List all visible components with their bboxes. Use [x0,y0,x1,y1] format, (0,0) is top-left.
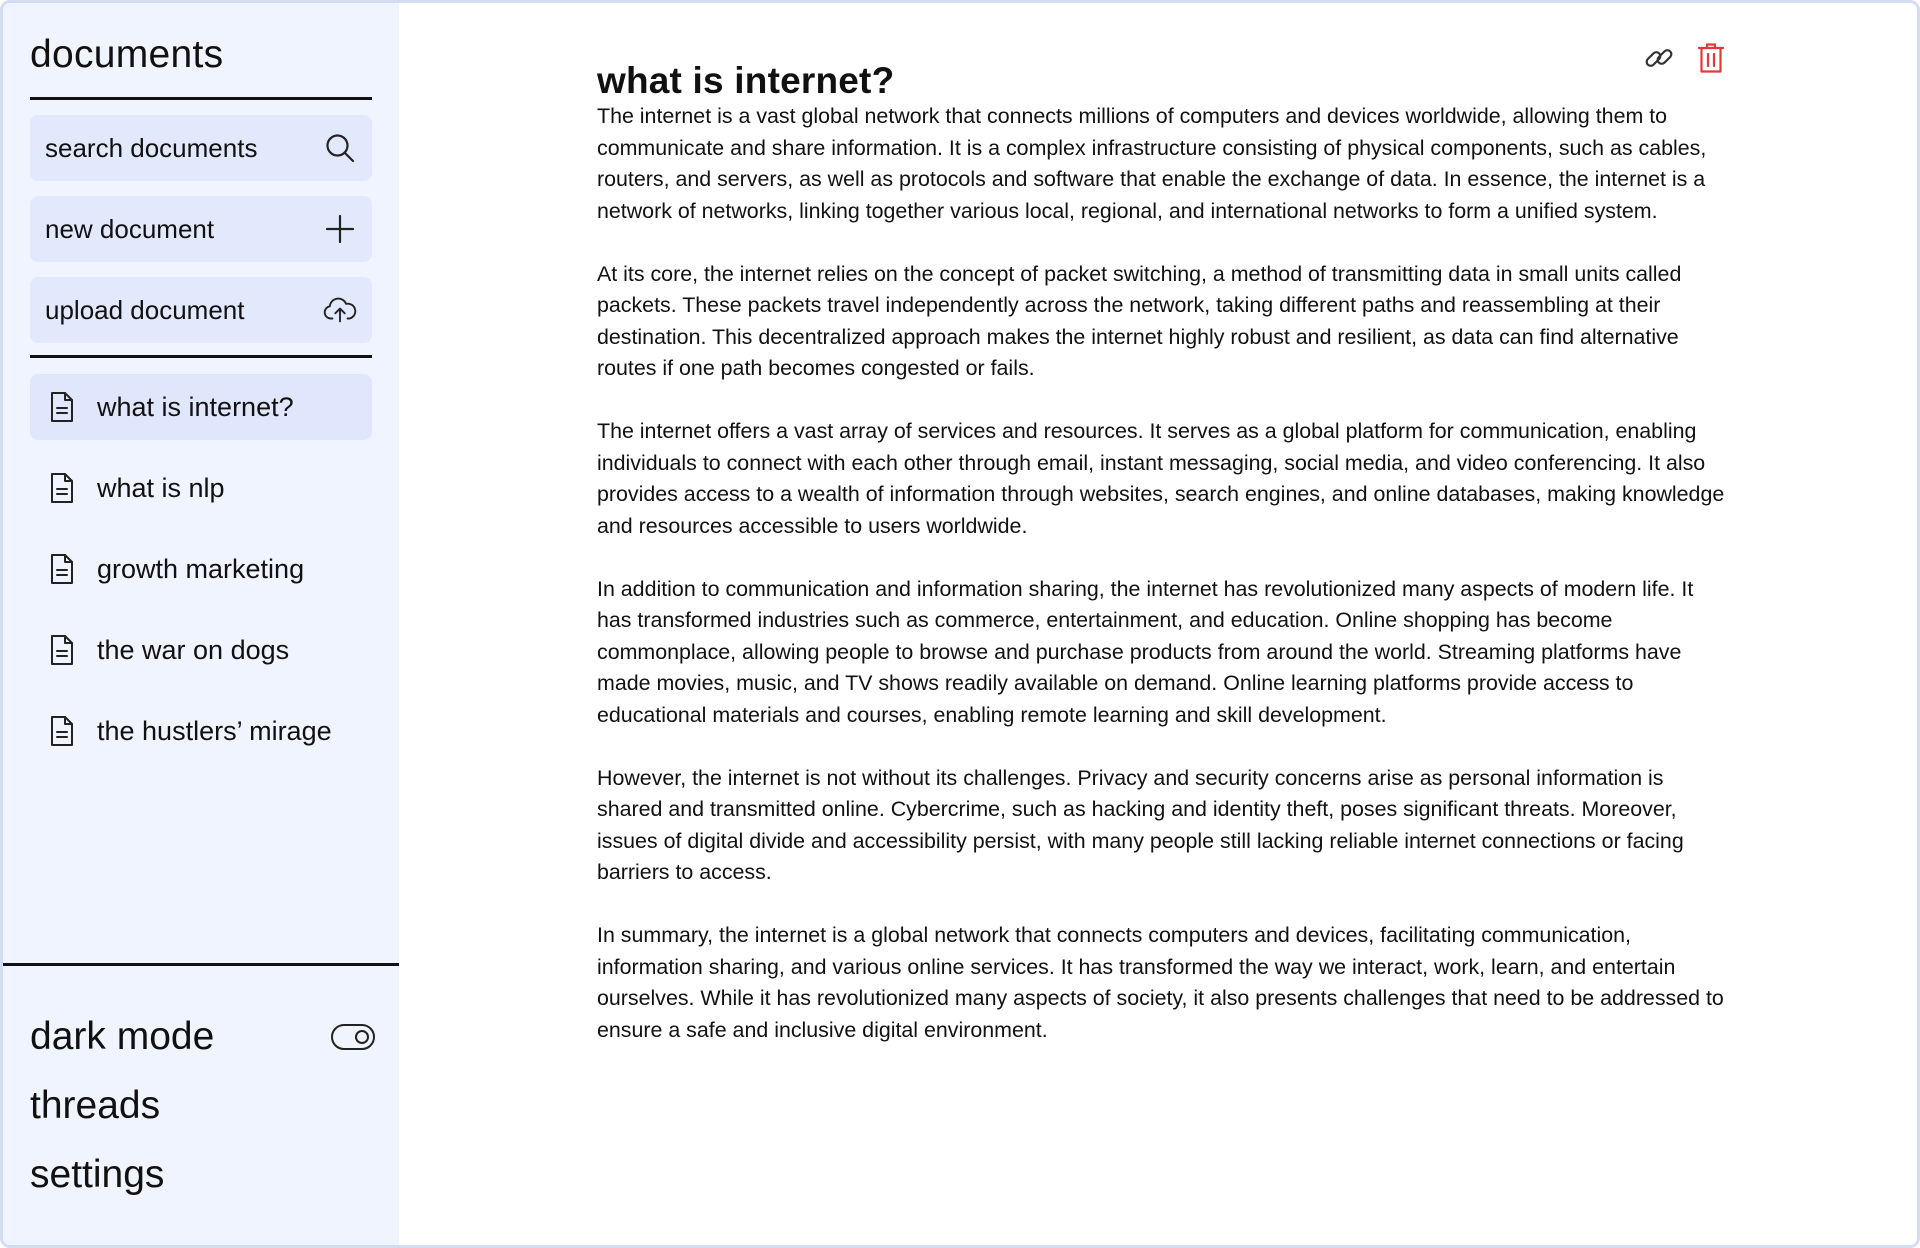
trash-icon[interactable] [1695,41,1727,75]
search-icon [323,131,357,165]
document-list: what is internet? what is nlp growth mar… [30,374,372,779]
dark-mode-toggle[interactable] [331,1024,375,1050]
document-item-the-war-on-dogs[interactable]: the war on dogs [30,617,372,683]
document-icon [47,391,77,423]
search-documents-label: search documents [45,132,258,163]
document-icon [47,634,77,666]
document-body: The internet is a vast global network th… [597,101,1727,1078]
document-paragraph: At its core, the internet relies on the … [597,261,1682,381]
document-item-what-is-internet[interactable]: what is internet? [30,374,372,440]
cloud-upload-icon [323,293,357,327]
document-paragraph: In summary, the internet is a global net… [597,923,1724,1042]
document-actions [1643,41,1727,75]
threads-link[interactable]: threads [30,1084,372,1128]
document-icon [47,553,77,585]
document-item-label: what is internet? [97,391,294,422]
sidebar-title: documents [30,33,224,76]
document-paragraph: The internet is a vast global network th… [597,104,1707,223]
dark-mode-row: dark mode [30,1015,375,1059]
upload-document-label: upload document [45,294,245,325]
sidebar-divider-bottom [3,963,399,966]
document-item-growth-marketing[interactable]: growth marketing [30,536,372,602]
document-item-label: growth marketing [97,553,305,584]
document-paragraph: The internet offers a vast array of serv… [597,419,1725,538]
new-document-button[interactable]: new document [30,196,372,262]
document-paragraph: However, the internet is not without its… [597,765,1684,885]
document-item-label: the hustlers’ mirage [97,715,332,746]
new-document-label: new document [45,213,215,244]
sidebar-divider-top [30,97,372,100]
document-paragraph: In addition to communication and informa… [597,576,1694,727]
settings-link[interactable]: settings [30,1153,372,1197]
document-title: what is internet? [597,59,895,101]
document-icon [47,472,77,504]
document-item-what-is-nlp[interactable]: what is nlp [30,455,372,521]
link-icon[interactable] [1643,41,1675,75]
sidebar-divider-middle [30,355,372,358]
app-window: documents search documents new document … [0,0,1920,1248]
plus-icon [323,212,357,246]
document-item-label: the war on dogs [97,634,290,665]
search-documents-button[interactable]: search documents [30,115,372,181]
sidebar: documents search documents new document … [3,3,399,1245]
document-item-label: what is nlp [97,472,225,503]
upload-document-button[interactable]: upload document [30,277,372,343]
document-item-the-hustlers-mirage[interactable]: the hustlers’ mirage [30,698,372,764]
document-icon [47,715,77,747]
dark-mode-label: dark mode [30,1015,215,1058]
